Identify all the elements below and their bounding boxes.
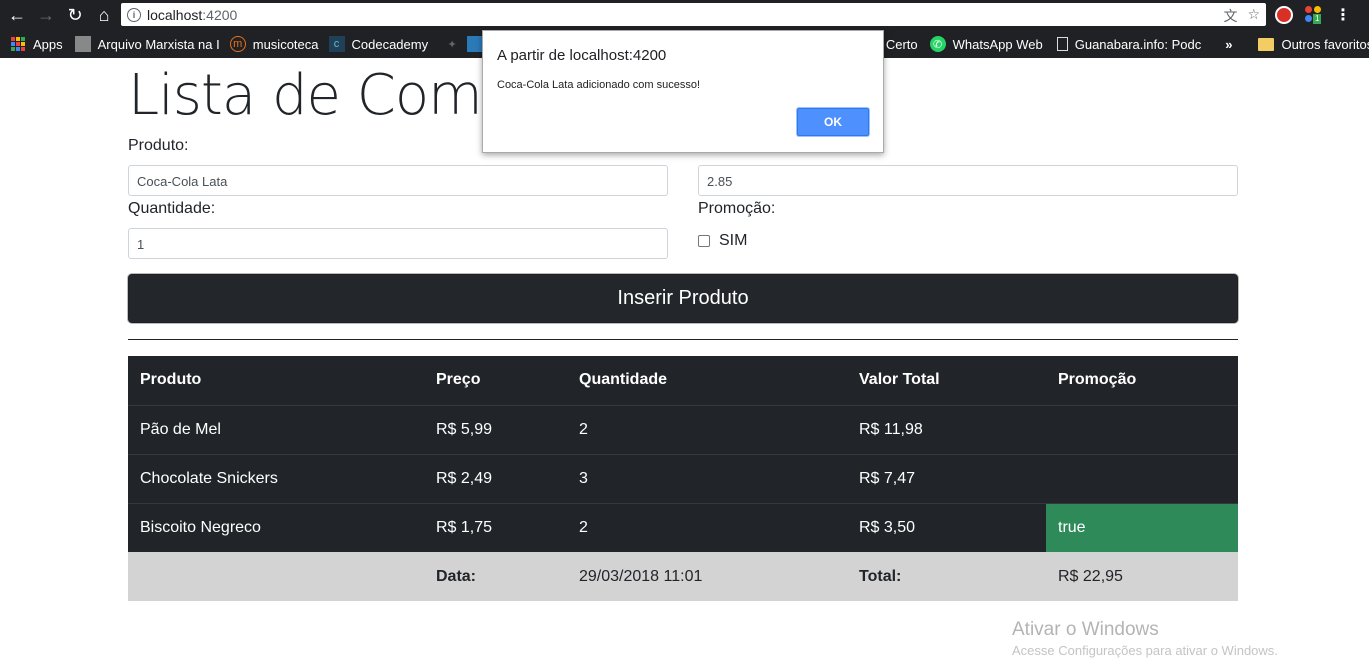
produto-input[interactable]: Coca-Cola Lata: [128, 165, 668, 196]
folder-icon: [1258, 37, 1275, 51]
header-quantidade: Quantidade: [567, 356, 847, 406]
bookmark-star-icon[interactable]: ☆: [1247, 6, 1260, 26]
bookmark-arquivo[interactable]: Arquivo Marxista na I: [74, 36, 220, 52]
menu-icon[interactable]: ⋮: [1335, 5, 1351, 25]
url-text: localhost:4200: [147, 7, 237, 23]
products-table: Produto Preço Quantidade Valor Total Pro…: [128, 356, 1238, 601]
forward-icon[interactable]: →: [34, 3, 58, 27]
footer-empty-cell: [128, 552, 424, 601]
header-valor-total: Valor Total: [847, 356, 1046, 406]
cell-preco: R$ 1,75: [424, 502, 567, 552]
windows-activation-title: Ativar o Windows: [1012, 619, 1159, 640]
quantidade-input[interactable]: 1: [128, 228, 668, 259]
cell-produto: Biscoito Negreco: [128, 502, 424, 552]
footer-total-label: Total:: [847, 552, 1046, 601]
inserir-produto-button[interactable]: Inserir Produto: [128, 274, 1238, 323]
other-favorites-folder[interactable]: Outros favoritos: [1258, 37, 1369, 52]
dialog-message: Coca-Cola Lata adicionado com sucesso!: [497, 79, 701, 91]
more-bookmarks-button[interactable]: »: [1225, 37, 1232, 52]
promocao-checkbox[interactable]: [698, 235, 710, 247]
table-header-row: Produto Preço Quantidade Valor Total Pro…: [128, 356, 1238, 406]
bookmark-whatsapp[interactable]: ✆ WhatsApp Web: [929, 36, 1043, 52]
cell-preco: R$ 2,49: [424, 453, 567, 503]
dialog-ok-button[interactable]: OK: [797, 108, 869, 136]
promocao-checkbox-row[interactable]: SIM: [698, 232, 747, 250]
bookmark-label: Codecademy: [351, 36, 429, 52]
url-host: localhost: [147, 6, 203, 23]
apps-grid-icon: [10, 36, 26, 52]
bookmark-label: Guanabara.info: Podc: [1074, 36, 1202, 52]
dialog-title: A partir de localhost:4200: [497, 47, 667, 64]
bookmark-label: Apps: [33, 36, 63, 52]
browser-toolbar: ← → ↻ ⌂ i localhost:4200 文 ☆ 1 ⋮: [0, 0, 1369, 30]
table-row: Biscoito Negreco R$ 1,75 2 R$ 3,50 true: [128, 502, 1238, 552]
bookmark-codecademy[interactable]: c Codecademy: [328, 36, 429, 52]
cell-total: R$ 7,47: [847, 453, 1046, 503]
back-icon[interactable]: ←: [5, 3, 29, 27]
bird-icon: ✦: [447, 38, 457, 51]
quantidade-label: Quantidade:: [128, 200, 216, 217]
reload-icon[interactable]: ↻: [63, 3, 87, 27]
document-icon: [1056, 37, 1068, 51]
promocao-group: Promoção:: [698, 200, 1238, 218]
cell-total: R$ 3,50: [847, 502, 1046, 552]
cell-promocao: true: [1046, 502, 1238, 552]
folder-label: Outros favoritos: [1281, 36, 1369, 52]
header-preco: Preço: [424, 356, 567, 406]
footer-data-label: Data:: [424, 552, 567, 601]
musicoteca-icon: m: [229, 36, 246, 52]
bookmark-label: WhatsApp Web: [952, 36, 1043, 52]
table-row: Pão de Mel R$ 5,99 2 R$ 11,98: [128, 404, 1238, 454]
bookmark-label: musicoteca: [252, 36, 319, 52]
alert-dialog: A partir de localhost:4200 Coca-Cola Lat…: [482, 30, 884, 153]
header-produto: Produto: [128, 356, 424, 406]
cell-promocao: [1046, 453, 1238, 503]
cell-quantidade: 2: [567, 502, 847, 552]
preco-input[interactable]: 2.85: [698, 165, 1238, 196]
divider: [128, 339, 1238, 340]
cell-quantidade: 3: [567, 453, 847, 503]
windows-activation-subtitle: Acesse Configurações para ativar o Windo…: [1012, 643, 1278, 658]
cell-produto: Pão de Mel: [128, 404, 424, 454]
address-bar[interactable]: i localhost:4200 文 ☆: [121, 3, 1266, 26]
extension-badge: 1: [1313, 14, 1322, 24]
codecademy-icon: c: [328, 36, 345, 52]
extension-icon[interactable]: 1: [1305, 6, 1323, 24]
info-icon[interactable]: i: [127, 7, 141, 22]
promocao-checkbox-label: SIM: [719, 232, 748, 249]
cell-quantidade: 2: [567, 404, 847, 454]
footer-total-value: R$ 22,95: [1046, 552, 1238, 601]
url-port: :4200: [202, 6, 238, 23]
bookmark-guanabara[interactable]: Guanabara.info: Podc: [1056, 36, 1202, 52]
footer-data-value: 29/03/2018 11:01: [567, 552, 847, 601]
translate-icon[interactable]: 文: [1223, 6, 1237, 26]
table-row: Chocolate Snickers R$ 2,49 3 R$ 7,47: [128, 453, 1238, 503]
quantidade-group: Quantidade:: [128, 200, 668, 218]
bookmark-musicoteca[interactable]: m musicoteca: [229, 36, 319, 52]
more-label: »: [1225, 36, 1233, 52]
bookmark-label: Arquivo Marxista na I: [97, 36, 220, 52]
cell-total: R$ 11,98: [847, 404, 1046, 454]
colorful-icon: [467, 36, 484, 52]
whatsapp-icon: ✆: [929, 36, 946, 52]
page-thumbnail-icon: [74, 36, 91, 52]
header-promocao: Promoção: [1046, 356, 1238, 406]
cell-preco: R$ 5,99: [424, 404, 567, 454]
cell-promocao: [1046, 404, 1238, 454]
home-icon[interactable]: ⌂: [92, 3, 116, 27]
adblock-extension-icon[interactable]: [1275, 6, 1293, 24]
table-footer-row: Data: 29/03/2018 11:01 Total: R$ 22,95: [128, 552, 1238, 601]
cell-produto: Chocolate Snickers: [128, 453, 424, 503]
bookmark-apps[interactable]: Apps: [10, 36, 63, 52]
promocao-label: Promoção:: [698, 200, 776, 217]
